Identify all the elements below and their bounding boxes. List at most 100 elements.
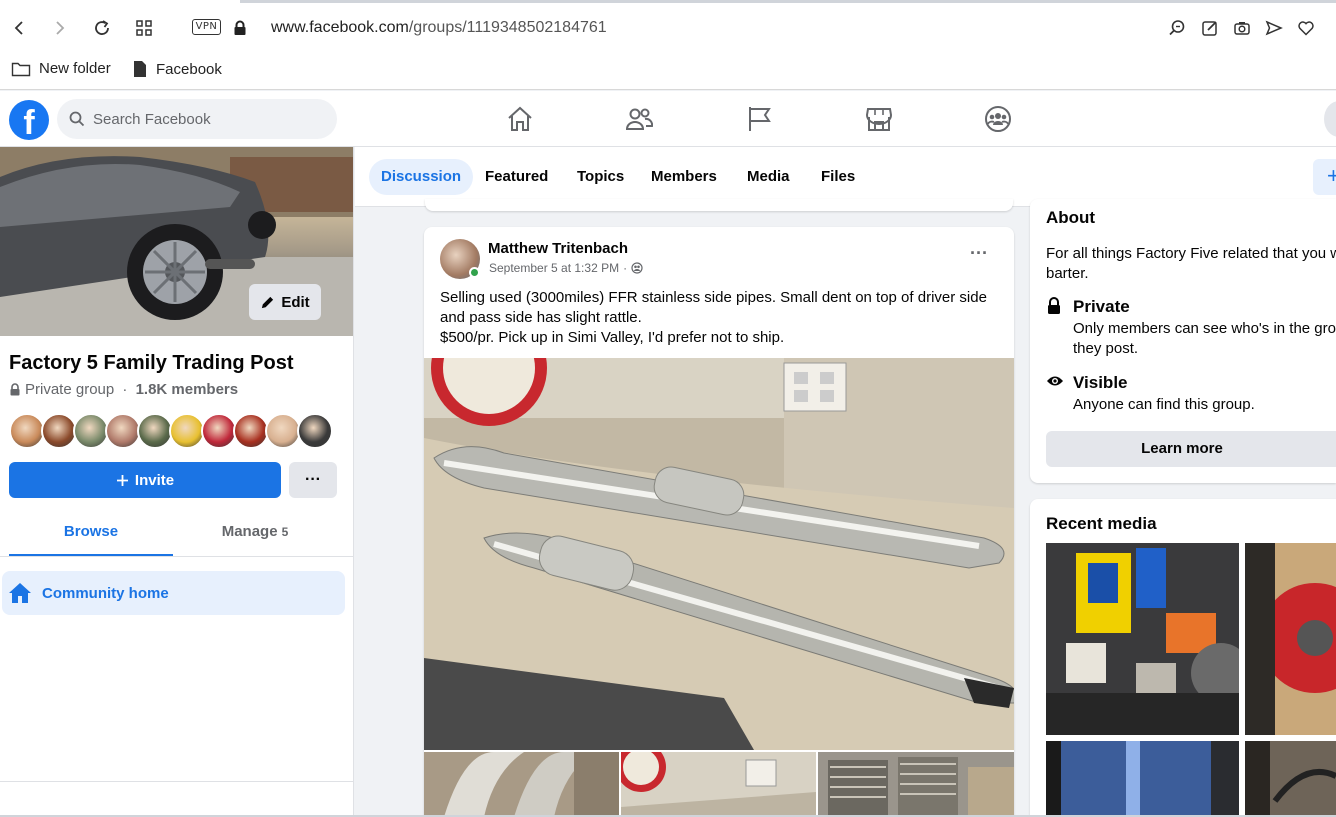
about-desc-line: barter. [1046,265,1089,282]
post-thumbnail[interactable] [818,752,1014,817]
privacy-label: Private group [25,381,115,398]
member-avatar[interactable] [41,413,77,449]
member-avatar[interactable] [265,413,301,449]
group-name[interactable]: Factory 5 Family Trading Post [9,352,294,375]
member-avatar[interactable] [201,413,237,449]
globe-icon [631,262,643,274]
group-tabs-bar: Discussion Featured Topics Members Media… [355,147,1336,207]
tab-files[interactable]: Files [809,159,867,195]
post-body: Selling used (3000miles) FFR stainless s… [440,288,1000,348]
recent-media-item[interactable] [1245,741,1336,817]
tab-media[interactable]: Media [735,159,802,195]
visible-title: Visible [1073,373,1128,392]
heart-icon[interactable] [1294,16,1318,40]
tab-manage[interactable]: Manage 5 [173,523,337,557]
recent-media-item[interactable] [1046,741,1239,817]
loading-indicator [240,0,1336,3]
add-button[interactable]: + [1313,159,1336,195]
tabs-grid-icon[interactable] [132,16,156,40]
member-avatar[interactable] [73,413,109,449]
browser-toolbar: VPN www.facebook.com/groups/111934850218… [0,0,1336,56]
recent-media-card: Recent media [1030,499,1336,817]
facebook-logo[interactable]: f [9,100,49,140]
tab-featured[interactable]: Featured [473,159,560,195]
invite-label: Invite [134,471,175,489]
bookmark-new-folder[interactable]: New folder [11,60,111,77]
bookmark-label: Facebook [156,60,222,78]
member-avatar[interactable] [9,413,45,449]
bookmark-facebook[interactable]: Facebook [132,60,222,78]
time-separator: · [623,261,628,275]
facebook-header: f [0,91,1336,147]
search-page-icon[interactable] [1165,16,1189,40]
lock-icon[interactable] [228,16,252,40]
online-status-dot [469,267,480,278]
meta-separator: · [118,381,132,398]
url-path: /groups/1119348502184761 [408,19,607,36]
post-text-line: $500/pr. Pick up in Simi Valley, I'd pre… [440,329,785,346]
member-count[interactable]: 1.8K members [136,381,239,398]
lock-icon [9,383,21,396]
manage-count: 5 [281,525,289,539]
private-desc-line: they post. [1073,340,1139,357]
recent-media-item[interactable] [1245,543,1336,735]
tab-browse[interactable]: Browse [9,523,173,557]
recent-media-item[interactable] [1046,543,1239,735]
divider [0,556,353,557]
post-main-photo[interactable] [424,358,1014,750]
vpn-badge[interactable]: VPN [192,19,221,35]
member-avatar[interactable] [169,413,205,449]
post-card: Matthew Tritenbach September 5 at 1:32 P… [424,227,1014,817]
edit-cover-button[interactable]: Edit [249,284,321,320]
forward-icon[interactable] [48,16,72,40]
tab-discussion[interactable]: Discussion [369,159,474,195]
group-sidebar: Edit Factory 5 Family Trading Post Priva… [0,147,354,817]
post-thumbnail[interactable] [621,752,816,817]
search-icon [69,111,85,127]
home-icon [8,582,32,604]
group-meta: Private group · 1.8K members [9,381,238,398]
edit-label: Edit [281,293,310,311]
group-more-button[interactable]: ··· [289,462,337,498]
marketplace-icon[interactable] [865,105,893,133]
address-bar[interactable]: www.facebook.com/groups/1119348502184761 [271,19,607,37]
send-icon[interactable] [1262,16,1286,40]
previous-post-card [425,199,1013,211]
member-avatar[interactable] [297,413,333,449]
search-input[interactable] [93,110,313,128]
edit-page-icon[interactable] [1198,16,1222,40]
private-desc-line: Only members can see who's in the grou [1073,320,1336,337]
private-description: Only members can see who's in the grou t… [1073,319,1336,359]
post-time-text[interactable]: September 5 at 1:32 PM [489,261,619,275]
home-icon[interactable] [506,105,534,133]
member-avatar[interactable] [233,413,269,449]
recent-media-title: Recent media [1046,514,1157,533]
friends-icon[interactable] [625,105,653,133]
post-options-button[interactable]: ··· [964,244,994,269]
bookmarks-bar: New folder Facebook [0,56,1336,90]
member-avatar[interactable] [105,413,141,449]
visible-description: Anyone can find this group. [1073,396,1255,413]
tab-manage-label: Manage [221,523,278,540]
divider [0,781,353,782]
tab-members[interactable]: Members [639,159,729,195]
reload-icon[interactable] [90,16,114,40]
search-box[interactable] [57,99,337,139]
post-thumbnail[interactable] [424,752,619,817]
about-description: For all things Factory Five related that… [1046,244,1336,284]
tab-topics[interactable]: Topics [565,159,636,195]
member-avatars[interactable] [9,413,333,449]
community-home-link[interactable]: Community home [2,571,345,615]
invite-button[interactable]: Invite [9,462,281,498]
bookmark-label: New folder [39,60,111,77]
member-avatar[interactable] [137,413,173,449]
community-home-label: Community home [42,584,169,602]
post-timestamp: September 5 at 1:32 PM · [489,261,643,275]
pages-flag-icon[interactable] [745,105,773,133]
groups-icon[interactable] [984,105,1012,133]
account-menu-button[interactable] [1324,101,1336,137]
post-author[interactable]: Matthew Tritenbach [488,240,628,257]
back-icon[interactable] [7,16,31,40]
camera-icon[interactable] [1230,16,1254,40]
learn-more-button[interactable]: Learn more [1046,431,1336,467]
